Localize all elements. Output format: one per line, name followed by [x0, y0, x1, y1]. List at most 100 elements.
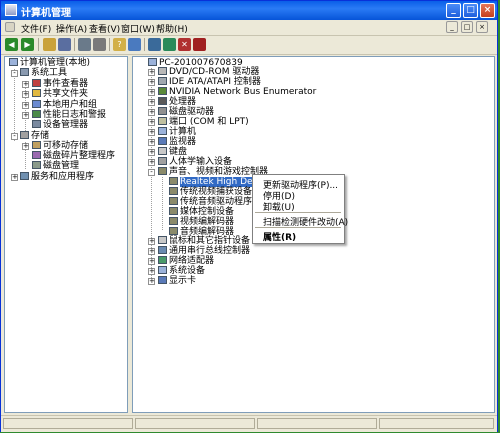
- device-category-disk-drives[interactable]: 磁盘驱动器: [158, 107, 214, 117]
- collapse-toggle[interactable]: -: [11, 70, 18, 77]
- expand-toggle[interactable]: +: [148, 119, 155, 126]
- expand-toggle[interactable]: +: [22, 102, 29, 109]
- expand-toggle[interactable]: +: [22, 143, 29, 150]
- audio-device-icon: [169, 197, 178, 205]
- device-video-codecs[interactable]: 视频编解码器: [169, 217, 234, 227]
- disk-management-icon: [32, 161, 41, 169]
- expand-toggle[interactable]: +: [148, 258, 155, 265]
- expand-toggle[interactable]: +: [148, 69, 155, 76]
- arrow-right-icon[interactable]: ▶: [21, 38, 34, 51]
- arrow-left-icon[interactable]: ◀: [5, 38, 18, 51]
- audio-device-icon: [169, 227, 178, 235]
- expand-toggle[interactable]: +: [148, 79, 155, 86]
- device-legacy-video-capture[interactable]: 传统视频捕获设备: [169, 187, 252, 197]
- mdi-close-button[interactable]: ×: [476, 21, 488, 33]
- device-category-network[interactable]: 网络适配器: [158, 256, 214, 266]
- tree-item-services-applications[interactable]: 服务和应用程序: [20, 172, 94, 182]
- close-button[interactable]: ×: [480, 3, 495, 18]
- collapse-toggle[interactable]: -: [11, 133, 18, 140]
- device-media-control[interactable]: 媒体控制设备: [169, 207, 234, 217]
- expand-toggle[interactable]: +: [148, 99, 155, 106]
- expand-toggle[interactable]: +: [148, 248, 155, 255]
- maximize-button[interactable]: □: [463, 3, 478, 18]
- menu-file[interactable]: 文件(F): [21, 22, 51, 35]
- scan-hardware-icon[interactable]: [148, 38, 161, 51]
- expand-toggle[interactable]: +: [148, 149, 155, 156]
- device-category-processors[interactable]: 处理器: [158, 97, 196, 107]
- expand-toggle[interactable]: +: [148, 159, 155, 166]
- status-segment: [3, 418, 133, 429]
- audio-device-icon: [169, 177, 178, 185]
- tree-item-storage[interactable]: 存储: [20, 131, 49, 141]
- device-category-ports[interactable]: 端口 (COM 和 LPT): [158, 117, 249, 127]
- uninstall-icon[interactable]: [193, 38, 206, 51]
- expand-toggle[interactable]: +: [11, 174, 18, 181]
- computer-icon: [148, 58, 157, 66]
- disk-drive-icon: [158, 107, 167, 115]
- hid-icon: [158, 157, 167, 165]
- tree-item-performance-logs[interactable]: 性能日志和警报: [32, 110, 106, 120]
- device-category-mice[interactable]: 鼠标和其它指针设备: [158, 236, 250, 246]
- audio-device-icon: [169, 217, 178, 225]
- disable-device-icon[interactable]: ✕: [178, 38, 191, 51]
- device-category-dvd[interactable]: DVD/CD-ROM 驱动器: [158, 67, 259, 77]
- expand-toggle[interactable]: +: [148, 238, 155, 245]
- expand-toggle[interactable]: +: [148, 89, 155, 96]
- minimize-button[interactable]: _: [446, 3, 461, 18]
- expand-toggle[interactable]: +: [148, 139, 155, 146]
- dvd-drive-icon: [158, 67, 167, 75]
- tree-item-disk-defragmenter[interactable]: 磁盘碎片整理程序: [32, 151, 115, 161]
- toolbox-icon: [20, 68, 29, 76]
- print-icon[interactable]: [93, 38, 106, 51]
- menu-item-properties[interactable]: 属性(R): [263, 230, 296, 243]
- menu-view[interactable]: 查看(V): [89, 22, 120, 35]
- device-category-usb[interactable]: 通用串行总线控制器: [158, 246, 250, 256]
- properties-icon[interactable]: [78, 38, 91, 51]
- tree-item-local-users-groups[interactable]: 本地用户和组: [32, 100, 97, 110]
- device-category-hid[interactable]: 人体学输入设备: [158, 157, 232, 167]
- menu-bar: 文件(F) 操作(A) 查看(V) 窗口(W) 帮助(H) _ □ ×: [1, 20, 497, 36]
- help-icon[interactable]: ?: [113, 38, 126, 51]
- device-category-keyboards[interactable]: 键盘: [158, 147, 187, 157]
- title-bar[interactable]: 计算机管理 _ □ ×: [1, 1, 497, 20]
- mdi-restore-button[interactable]: □: [461, 21, 473, 33]
- menu-action[interactable]: 操作(A): [56, 22, 87, 35]
- computer-management-window: 计算机管理 _ □ × 文件(F) 操作(A) 查看(V) 窗口(W) 帮助(H…: [0, 0, 498, 432]
- device-legacy-audio-drivers[interactable]: 传统音频驱动程序: [169, 197, 252, 207]
- tree-item-disk-management[interactable]: 磁盘管理: [32, 161, 79, 171]
- audio-device-icon: [169, 187, 178, 195]
- tree-item-event-viewer[interactable]: 事件查看器: [32, 79, 88, 89]
- collapse-toggle[interactable]: -: [148, 169, 155, 176]
- tree-item-device-manager[interactable]: 设备管理器: [32, 120, 88, 130]
- menu-separator: [255, 212, 341, 213]
- device-category-monitors[interactable]: 监视器: [158, 137, 196, 147]
- folder-up-icon[interactable]: [43, 38, 56, 51]
- refresh-icon[interactable]: [128, 38, 141, 51]
- tree-item-shared-folders[interactable]: 共享文件夹: [32, 89, 88, 99]
- device-category-system[interactable]: 系统设备: [158, 266, 205, 276]
- tree-item-computer-management[interactable]: 计算机管理(本地): [9, 58, 90, 68]
- monitor-icon: [158, 137, 167, 145]
- expand-toggle[interactable]: +: [22, 91, 29, 98]
- device-category-ide[interactable]: IDE ATA/ATAPI 控制器: [158, 77, 261, 87]
- expand-toggle[interactable]: +: [22, 112, 29, 119]
- expand-toggle[interactable]: +: [148, 268, 155, 275]
- status-segment: [379, 418, 494, 429]
- menu-window[interactable]: 窗口(W): [121, 22, 155, 35]
- expand-toggle[interactable]: +: [22, 81, 29, 88]
- expand-toggle[interactable]: +: [148, 278, 155, 285]
- port-icon: [158, 117, 167, 125]
- console-tree-pane[interactable]: 计算机管理(本地) - 系统工具 + 事件查看器 + 共享文件夹 + 本地用户和…: [4, 56, 128, 413]
- update-driver-icon[interactable]: [163, 38, 176, 51]
- expand-toggle[interactable]: +: [148, 109, 155, 116]
- mdi-minimize-button[interactable]: _: [446, 21, 458, 33]
- device-category-nvidia-bus[interactable]: NVIDIA Network Bus Enumerator: [158, 87, 316, 97]
- tree-item-system-tools[interactable]: 系统工具: [20, 68, 67, 78]
- tree-item-removable-storage[interactable]: 可移动存储: [32, 141, 88, 151]
- device-category-display[interactable]: 显示卡: [158, 276, 196, 286]
- expand-toggle[interactable]: +: [148, 129, 155, 136]
- display-adapter-icon: [158, 276, 167, 284]
- device-category-computer[interactable]: 计算机: [158, 127, 196, 137]
- tree-icon[interactable]: [58, 38, 71, 51]
- menu-help[interactable]: 帮助(H): [156, 22, 188, 35]
